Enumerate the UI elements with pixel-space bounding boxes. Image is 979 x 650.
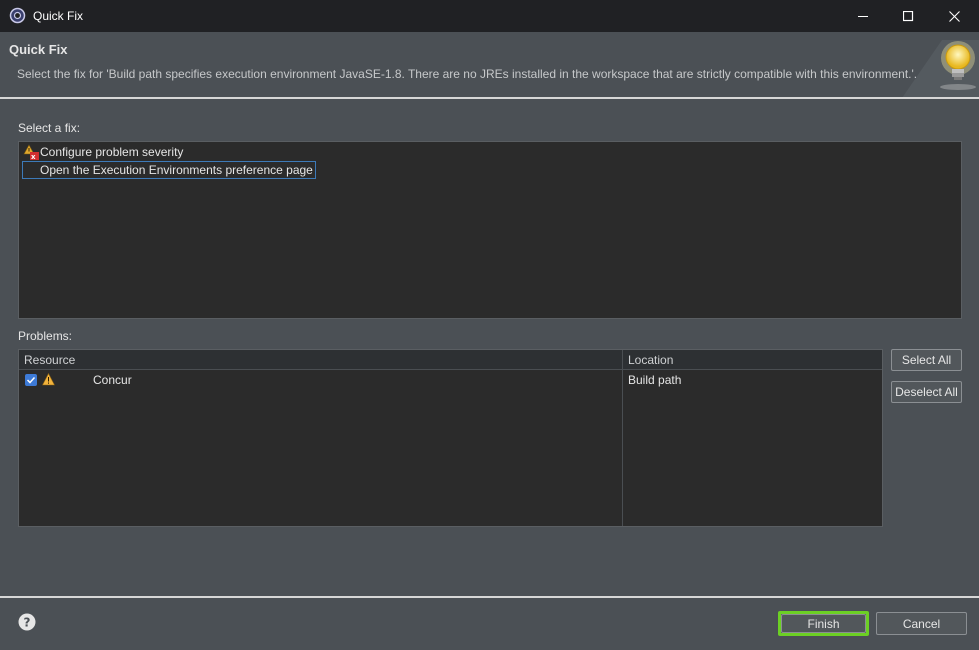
severity-icon: x xyxy=(23,144,39,160)
minimize-button[interactable] xyxy=(840,0,886,32)
column-header-resource[interactable]: Resource xyxy=(19,350,623,370)
title-bar: Quick Fix xyxy=(0,0,979,32)
warning-icon xyxy=(42,373,55,386)
maximize-icon xyxy=(902,10,913,21)
fix-list[interactable]: x Configure problem severity Open the Ex… xyxy=(18,141,962,319)
lightbulb-icon xyxy=(902,40,979,98)
banner-description: Select the fix for 'Build path specifies… xyxy=(17,67,918,81)
banner-title: Quick Fix xyxy=(9,42,68,57)
fix-item-label: Open the Execution Environments preferen… xyxy=(40,163,313,177)
minimize-icon xyxy=(857,15,868,17)
window-title: Quick Fix xyxy=(33,9,84,23)
column-header-location[interactable]: Location xyxy=(623,350,882,370)
footer-separator xyxy=(0,596,979,598)
select-fix-label: Select a fix: xyxy=(18,121,81,135)
row-location: Build path xyxy=(628,373,682,387)
row-checkbox[interactable] xyxy=(25,374,37,386)
help-icon[interactable]: ? xyxy=(18,613,36,631)
eclipse-gear-icon xyxy=(9,7,26,24)
fix-item-configure-severity[interactable]: x Configure problem severity xyxy=(23,143,183,161)
select-all-button[interactable]: Select All xyxy=(891,349,962,371)
finish-button[interactable]: Finish xyxy=(781,614,866,633)
checkmark-icon xyxy=(26,376,36,384)
close-icon xyxy=(948,10,960,22)
svg-text:x: x xyxy=(31,153,36,160)
fix-item-label: Configure problem severity xyxy=(40,145,184,159)
banner-separator xyxy=(0,97,979,99)
deselect-all-button[interactable]: Deselect All xyxy=(891,381,962,403)
svg-text:?: ? xyxy=(24,616,31,630)
problems-table[interactable]: Resource Location Concur Build path xyxy=(18,349,883,527)
problems-label: Problems: xyxy=(18,329,73,343)
table-row[interactable]: Concur Build path xyxy=(19,370,882,390)
dialog-banner: Quick Fix Select the fix for 'Build path… xyxy=(0,32,979,98)
cancel-button[interactable]: Cancel xyxy=(876,612,967,635)
close-button[interactable] xyxy=(931,0,977,32)
maximize-button[interactable] xyxy=(885,0,931,32)
row-resource: Concur xyxy=(93,373,132,387)
fix-item-open-execution-environments[interactable]: Open the Execution Environments preferen… xyxy=(22,161,316,179)
